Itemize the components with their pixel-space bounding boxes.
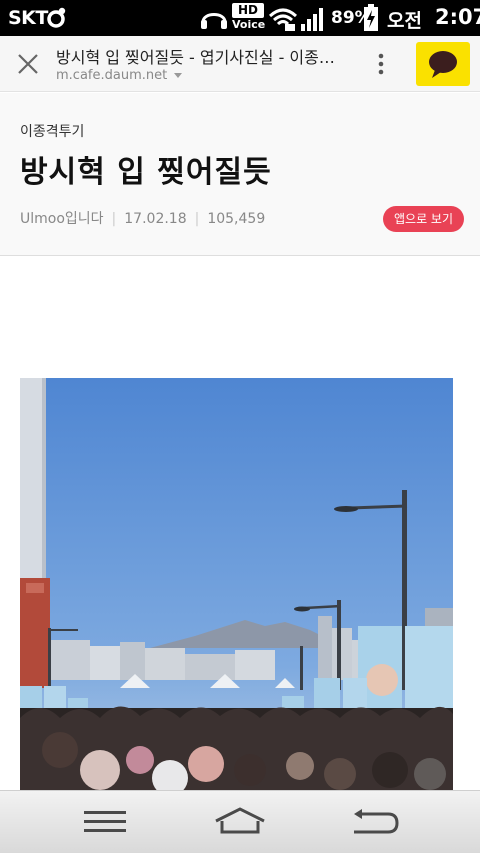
open-in-app-button[interactable]: 앱으로 보기 bbox=[383, 206, 464, 232]
meta-divider: | bbox=[194, 211, 200, 227]
domain-text: m.cafe.daum.net bbox=[56, 68, 168, 83]
view-count: 105,459 bbox=[207, 211, 266, 227]
carrier-label: SKT bbox=[8, 7, 48, 29]
article-header: 이종격투기 방시혁 입 찢어질듯 Ulmoo입니다 | 17.02.18 | 105,4… bbox=[0, 93, 480, 256]
article-photo bbox=[20, 378, 453, 790]
clock: 2:07 bbox=[435, 5, 480, 29]
status-bar: SKT HD Voice 89% 오전 2:07 bbox=[0, 0, 480, 36]
more-vertical-icon[interactable] bbox=[374, 52, 388, 76]
back-icon[interactable] bbox=[350, 808, 400, 836]
voice-label: Voice bbox=[232, 18, 266, 31]
board-name[interactable]: 이종격투기 bbox=[20, 121, 84, 141]
chevron-down-icon bbox=[174, 72, 183, 78]
android-navigation-bar bbox=[0, 790, 480, 853]
kakaotalk-share-button[interactable] bbox=[416, 42, 470, 86]
ampm-label: 오전 bbox=[387, 10, 422, 32]
article-title: 방시혁 입 찢어질듯 bbox=[20, 155, 272, 190]
close-icon[interactable] bbox=[16, 52, 40, 76]
url-domain[interactable]: m.cafe.daum.net bbox=[56, 68, 183, 83]
wifi-icon bbox=[268, 8, 298, 31]
kakaotalk-icon bbox=[429, 51, 457, 78]
page-title[interactable]: 방시혁 입 찢어질듯 - 엽기사진실 - 이종… bbox=[56, 44, 356, 68]
browser-url-bar: 방시혁 입 찢어질듯 - 엽기사진실 - 이종… m.cafe.daum.net bbox=[0, 36, 480, 92]
headset-icon bbox=[201, 13, 227, 29]
battery-charging-icon bbox=[364, 4, 378, 31]
menu-icon[interactable] bbox=[82, 809, 128, 835]
article-meta: Ulmoo입니다 | 17.02.18 | 105,459 bbox=[20, 208, 265, 228]
notification-ring-icon bbox=[47, 7, 66, 28]
hd-label: HD bbox=[232, 3, 264, 18]
signal-icon bbox=[301, 8, 323, 31]
meta-divider: | bbox=[111, 211, 117, 227]
hd-voice-indicator: HD Voice bbox=[232, 3, 266, 33]
post-date: 17.02.18 bbox=[124, 211, 187, 227]
author-name[interactable]: Ulmoo입니다 bbox=[20, 211, 104, 227]
home-icon[interactable] bbox=[213, 807, 267, 835]
